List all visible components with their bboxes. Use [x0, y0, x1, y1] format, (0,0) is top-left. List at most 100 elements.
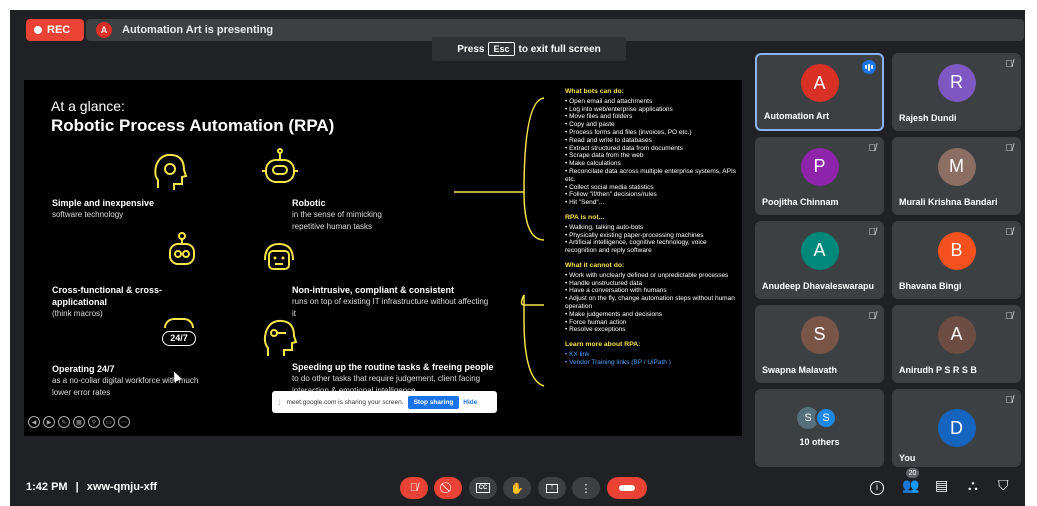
more-options-button[interactable]: ⋮: [572, 477, 600, 499]
list-item: Resolve exceptions: [565, 326, 740, 334]
mic-muted-icon: 🎙̸: [1005, 311, 1014, 322]
cannot-do-list: Work with unclearly defined or unpredict…: [565, 272, 740, 334]
tip-press: Press: [457, 43, 485, 55]
fullscreen-tip: Press Esc to exit full screen: [432, 37, 626, 61]
others-tile[interactable]: S S 10 others: [755, 389, 884, 467]
previous-slide-icon[interactable]: ◀: [28, 416, 40, 428]
learn-more-heading: Learn more about RPA:: [565, 341, 641, 349]
stop-sharing-button[interactable]: Stop sharing: [407, 395, 460, 409]
participant-name: Poojitha Chinnam: [762, 197, 839, 207]
feature-desc-1: software technology: [52, 210, 124, 219]
camera-toggle-button[interactable]: ⃠: [434, 477, 462, 499]
captions-button[interactable]: CC: [469, 477, 497, 499]
robot-head-icon: [262, 148, 298, 183]
more-vert-icon: ⋮: [580, 482, 592, 495]
is-not-list: Walking, talking auto-bots Physically ex…: [565, 224, 740, 255]
hide-button[interactable]: Hide: [463, 399, 477, 406]
participant-tile[interactable]: P 🎙̸ Poojitha Chinnam: [755, 137, 884, 215]
can-do-list: Open email and attachments Log into web/…: [565, 98, 740, 207]
mic-toggle-button[interactable]: 🎙̸: [400, 477, 428, 499]
list-item: Collect social media statistics: [565, 184, 740, 192]
learn-more-list: KX link Vendor Training links (BP / UiPa…: [565, 351, 740, 367]
participant-name: You: [899, 453, 916, 463]
participant-tile[interactable]: A 🎙̸ Anudeep Dhavaleswarapu: [755, 221, 884, 299]
participant-tile[interactable]: M 🎙̸ Murali Krishna Bandari: [892, 137, 1021, 215]
share-banner-text: meet.google.com is sharing your screen.: [286, 398, 404, 406]
subtitles-icon[interactable]: ▭: [103, 416, 115, 428]
record-dot-icon: [34, 26, 42, 34]
list-item: Log into web/enterprise applications: [565, 106, 740, 114]
head-gear-icon: [154, 153, 188, 190]
next-slide-icon[interactable]: ▶: [43, 416, 55, 428]
feature-desc-4: runs on top of existing IT infrastructur…: [292, 297, 489, 318]
feature-heading-1: Simple and inexpensive: [52, 198, 155, 208]
participant-tile[interactable]: S 🎙̸ Swapna Malavath: [755, 305, 884, 383]
self-tile[interactable]: D 🎙̸ You: [892, 389, 1021, 467]
more-options-icon[interactable]: ⋯: [118, 416, 130, 428]
kx-link[interactable]: KX link: [565, 351, 740, 359]
avatar: P: [800, 147, 839, 186]
participant-tile[interactable]: R 🎙̸ Rajesh Dundi: [892, 53, 1021, 131]
raise-hand-button[interactable]: ✋: [503, 477, 531, 499]
participant-tile[interactable]: B 🎙̸ Bhavana Bingi: [892, 221, 1021, 299]
feature-heading-6: Speeding up the routine tasks & freeing …: [292, 362, 494, 372]
avatar: A: [937, 315, 976, 354]
avatar: M: [937, 147, 976, 186]
list-item: Reconcilate data across multiple enterpr…: [565, 168, 740, 184]
list-item: Read and write to databases: [565, 137, 740, 145]
pen-icon[interactable]: ✎: [58, 416, 70, 428]
robot-antenna-icon: [169, 232, 195, 265]
list-item: Move files and folders: [565, 113, 740, 121]
headset-robot-icon: [264, 242, 294, 270]
screen-share-banner: ⋮ meet.google.com is sharing your screen…: [272, 391, 497, 413]
avatar: R: [937, 63, 976, 102]
participant-name: Bhavana Bingi: [899, 281, 962, 291]
presenter-avatar: A: [96, 22, 112, 38]
zoom-icon[interactable]: ⚲: [88, 416, 100, 428]
share-handle-icon[interactable]: ⋮: [276, 398, 283, 406]
presenting-text: Automation Art is presenting: [122, 24, 274, 36]
participant-tile[interactable]: A Automation Art: [755, 53, 884, 131]
vendor-training-link[interactable]: Vendor Training links (BP / UiPath ): [565, 359, 740, 367]
captions-icon: CC: [475, 483, 491, 493]
speaking-indicator-icon: [862, 60, 876, 74]
slideshow-controls: ◀ ▶ ✎ ▦ ⚲ ▭ ⋯: [28, 416, 130, 428]
feature-desc-2: in the sense of mimicking repetitive hum…: [292, 210, 382, 231]
activities-icon[interactable]: ⛬: [968, 477, 978, 494]
participant-name: Swapna Malavath: [762, 365, 838, 375]
mic-muted-icon: 🎙̸: [1005, 227, 1014, 238]
participant-name: Anirudh P S R S B: [899, 365, 977, 375]
participant-name: Automation Art: [764, 111, 830, 121]
avatar: B: [937, 231, 976, 270]
list-item: Make calculations: [565, 160, 740, 168]
host-controls-icon[interactable]: ⛉: [998, 477, 1009, 494]
is-not-heading: RPA is not...: [565, 213, 605, 221]
feature-heading-4: Non-intrusive, compliant & consistent: [292, 285, 455, 295]
present-button[interactable]: ↑: [538, 477, 566, 499]
mic-muted-icon: 🎙̸: [868, 311, 877, 322]
avatar: A: [800, 64, 839, 103]
esc-key: Esc: [488, 42, 515, 56]
list-item: Copy and paste: [565, 121, 740, 129]
can-do-heading: What bots can do:: [565, 88, 624, 95]
chat-icon[interactable]: ▤: [935, 477, 948, 494]
participant-tile[interactable]: A 🎙̸ Anirudh P S R S B: [892, 305, 1021, 383]
head-key-icon: [263, 319, 298, 356]
meeting-details-icon[interactable]: i: [870, 481, 884, 495]
end-call-icon: [619, 485, 635, 491]
feature-heading-2: Robotic: [292, 198, 326, 208]
slides-grid-icon[interactable]: ▦: [73, 416, 85, 428]
list-item: Make judgements and decisions: [565, 311, 740, 319]
mic-muted-icon: 🎙̸: [868, 143, 877, 154]
leave-call-button[interactable]: [607, 477, 647, 499]
list-item: Scrape data from the web: [565, 152, 740, 160]
people-icon[interactable]: 👥: [902, 477, 919, 494]
shared-screen: At a glance: Robotic Process Automation …: [24, 80, 742, 436]
mic-muted-icon: 🎙̸: [1005, 59, 1014, 70]
mic-muted-icon: 🎙̸: [1005, 395, 1014, 406]
participant-name: Rajesh Dundi: [899, 113, 957, 123]
list-item: Handle unstructured data: [565, 280, 740, 288]
list-item: Adjust on the fly, change automation ste…: [565, 295, 740, 311]
list-item: Physically existing paper-processing mac…: [565, 232, 740, 240]
cannot-do-heading: What it cannot do:: [565, 261, 625, 269]
